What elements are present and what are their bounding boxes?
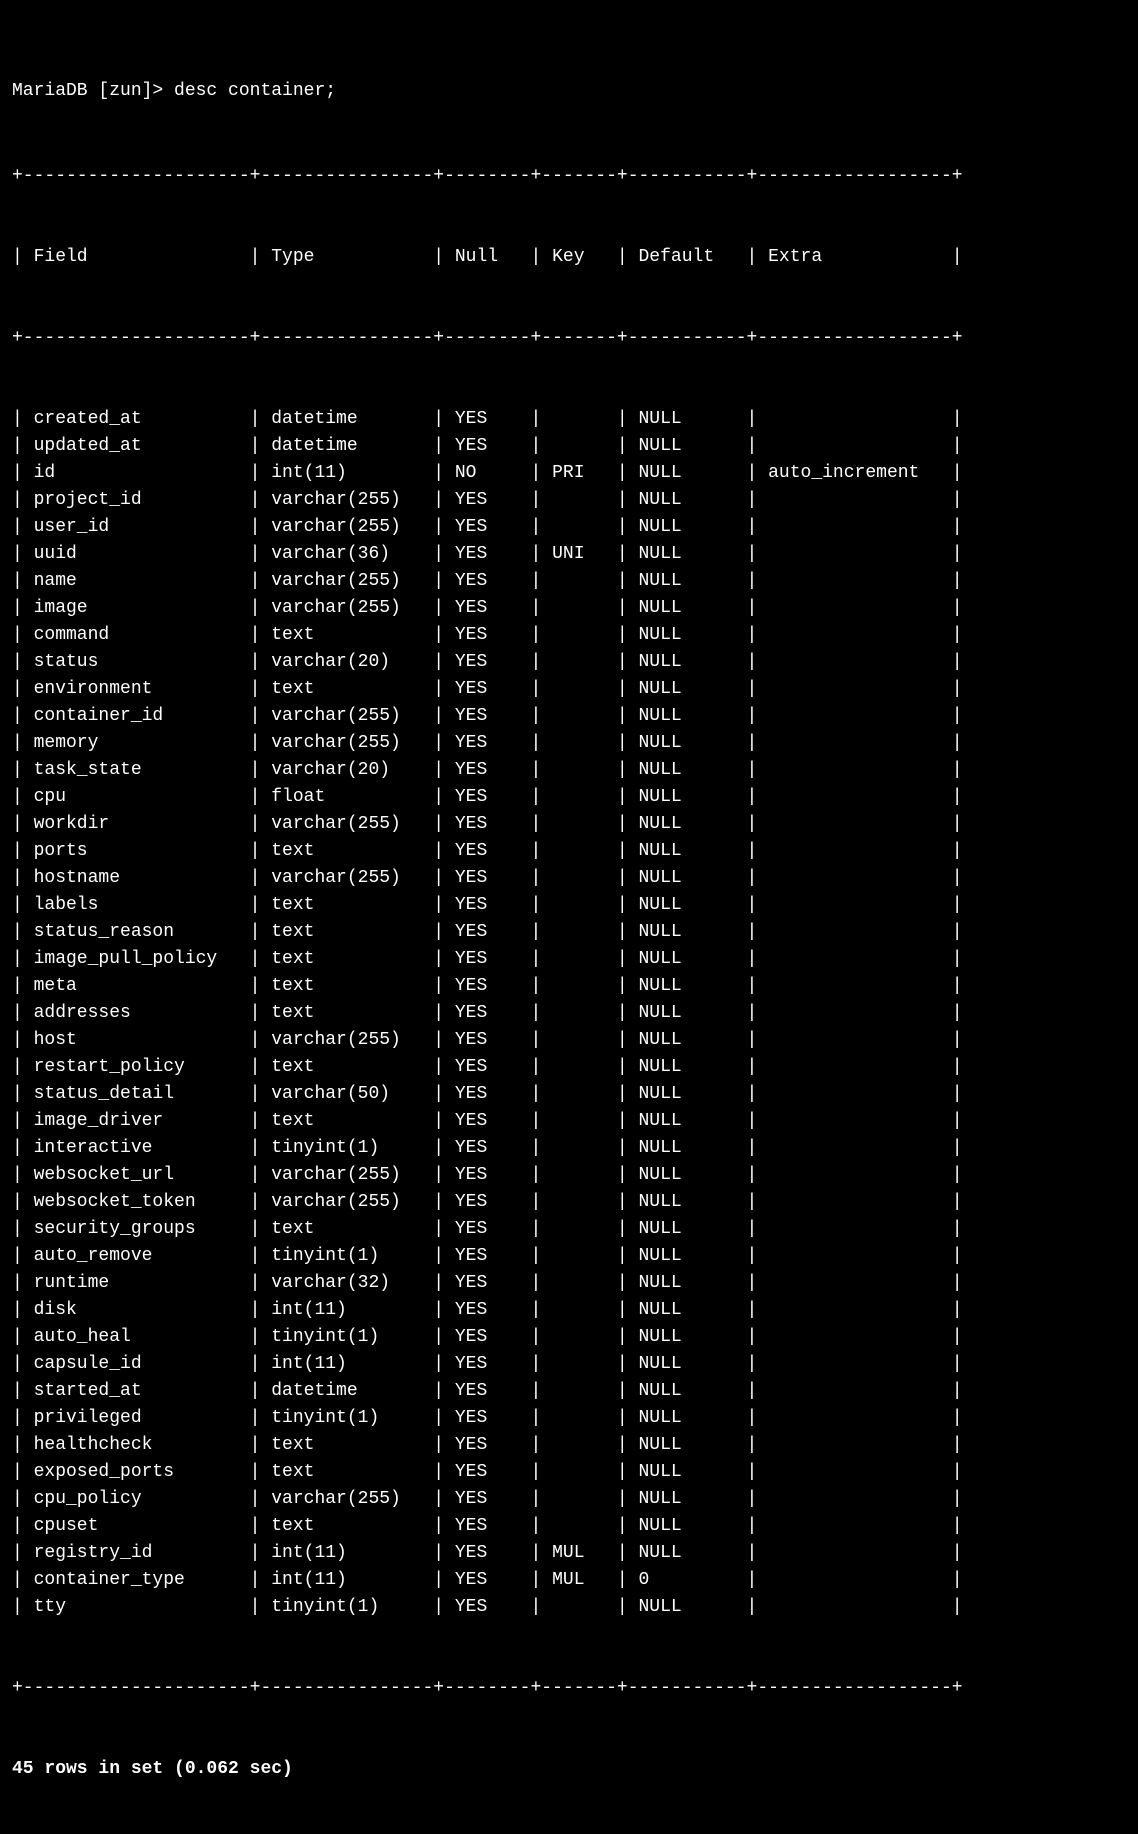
table-row: | status | varchar(20) | YES | | NULL | … bbox=[12, 649, 1126, 676]
table-row: | cpuset | text | YES | | NULL | | bbox=[12, 1513, 1126, 1540]
table-row: | tty | tinyint(1) | YES | | NULL | | bbox=[12, 1594, 1126, 1621]
table-border-top: +---------------------+----------------+… bbox=[12, 163, 1126, 190]
table-row: | status_reason | text | YES | | NULL | … bbox=[12, 919, 1126, 946]
table-row: | container_id | varchar(255) | YES | | … bbox=[12, 703, 1126, 730]
table-row: | disk | int(11) | YES | | NULL | | bbox=[12, 1297, 1126, 1324]
table-row: | websocket_url | varchar(255) | YES | |… bbox=[12, 1162, 1126, 1189]
table-row: | websocket_token | varchar(255) | YES |… bbox=[12, 1189, 1126, 1216]
table-row: | status_detail | varchar(50) | YES | | … bbox=[12, 1081, 1126, 1108]
table-row: | meta | text | YES | | NULL | | bbox=[12, 973, 1126, 1000]
table-border-bottom: +---------------------+----------------+… bbox=[12, 1675, 1126, 1702]
table-row: | id | int(11) | NO | PRI | NULL | auto_… bbox=[12, 460, 1126, 487]
table-row: | auto_remove | tinyint(1) | YES | | NUL… bbox=[12, 1243, 1126, 1270]
table-row: | restart_policy | text | YES | | NULL |… bbox=[12, 1054, 1126, 1081]
table-row: | auto_heal | tinyint(1) | YES | | NULL … bbox=[12, 1324, 1126, 1351]
table-row: | privileged | tinyint(1) | YES | | NULL… bbox=[12, 1405, 1126, 1432]
table-row: | user_id | varchar(255) | YES | | NULL … bbox=[12, 514, 1126, 541]
table-row: | cpu | float | YES | | NULL | | bbox=[12, 784, 1126, 811]
table-row: | created_at | datetime | YES | | NULL |… bbox=[12, 406, 1126, 433]
table-row: | updated_at | datetime | YES | | NULL |… bbox=[12, 433, 1126, 460]
result-footer: 45 rows in set (0.062 sec) bbox=[12, 1756, 1126, 1783]
table-body: | created_at | datetime | YES | | NULL |… bbox=[12, 406, 1126, 1621]
table-row: | capsule_id | int(11) | YES | | NULL | … bbox=[12, 1351, 1126, 1378]
table-row: | image | varchar(255) | YES | | NULL | … bbox=[12, 595, 1126, 622]
table-row: | started_at | datetime | YES | | NULL |… bbox=[12, 1378, 1126, 1405]
sql-prompt-line: MariaDB [zun]> desc container; bbox=[12, 78, 1126, 105]
table-row: | exposed_ports | text | YES | | NULL | … bbox=[12, 1459, 1126, 1486]
table-row: | name | varchar(255) | YES | | NULL | | bbox=[12, 568, 1126, 595]
table-border-header: +---------------------+----------------+… bbox=[12, 325, 1126, 352]
table-row: | interactive | tinyint(1) | YES | | NUL… bbox=[12, 1135, 1126, 1162]
table-row: | healthcheck | text | YES | | NULL | | bbox=[12, 1432, 1126, 1459]
table-row: | image_driver | text | YES | | NULL | | bbox=[12, 1108, 1126, 1135]
table-row: | workdir | varchar(255) | YES | | NULL … bbox=[12, 811, 1126, 838]
table-row: | image_pull_policy | text | YES | | NUL… bbox=[12, 946, 1126, 973]
table-row: | hostname | varchar(255) | YES | | NULL… bbox=[12, 865, 1126, 892]
table-row: | ports | text | YES | | NULL | | bbox=[12, 838, 1126, 865]
table-row: | project_id | varchar(255) | YES | | NU… bbox=[12, 487, 1126, 514]
table-row: | runtime | varchar(32) | YES | | NULL |… bbox=[12, 1270, 1126, 1297]
table-row: | host | varchar(255) | YES | | NULL | | bbox=[12, 1027, 1126, 1054]
table-row: | uuid | varchar(36) | YES | UNI | NULL … bbox=[12, 541, 1126, 568]
table-row: | cpu_policy | varchar(255) | YES | | NU… bbox=[12, 1486, 1126, 1513]
table-row: | memory | varchar(255) | YES | | NULL |… bbox=[12, 730, 1126, 757]
table-row: | container_type | int(11) | YES | MUL |… bbox=[12, 1567, 1126, 1594]
terminal-output: MariaDB [zun]> desc container; +--------… bbox=[0, 0, 1138, 1834]
table-row: | labels | text | YES | | NULL | | bbox=[12, 892, 1126, 919]
table-row: | addresses | text | YES | | NULL | | bbox=[12, 1000, 1126, 1027]
table-row: | command | text | YES | | NULL | | bbox=[12, 622, 1126, 649]
table-row: | task_state | varchar(20) | YES | | NUL… bbox=[12, 757, 1126, 784]
table-header-row: | Field | Type | Null | Key | Default | … bbox=[12, 244, 1126, 271]
table-row: | security_groups | text | YES | | NULL … bbox=[12, 1216, 1126, 1243]
table-row: | registry_id | int(11) | YES | MUL | NU… bbox=[12, 1540, 1126, 1567]
table-row: | environment | text | YES | | NULL | | bbox=[12, 676, 1126, 703]
